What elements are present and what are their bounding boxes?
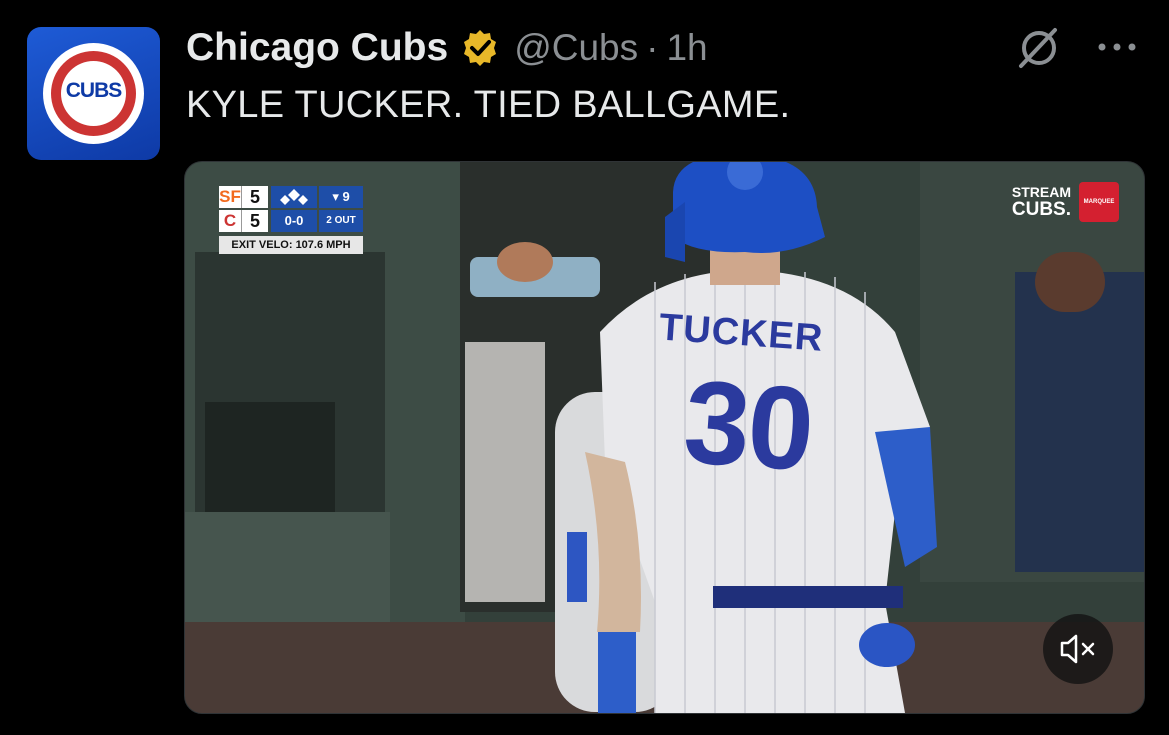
avatar-logo-text: CUBS: [65, 79, 123, 102]
broadcaster-logo: STREAM CUBS. MARQUEE: [1005, 180, 1121, 224]
outs-indicator: 2 OUT: [319, 210, 363, 232]
bases-icon: [271, 186, 317, 208]
video-player[interactable]: TUCKER 30 SF 5 C 5 ▾ 9 0-0 2 OUT EXIT VE…: [184, 161, 1145, 714]
home-team-logo: C: [219, 210, 241, 232]
broadcaster-line2: CUBS.: [1011, 199, 1071, 220]
away-team-logo: SF: [219, 186, 241, 208]
mute-button[interactable]: [1043, 614, 1113, 684]
away-score: 5: [241, 186, 268, 208]
scorebug-away-row: SF 5: [219, 186, 268, 208]
avatar[interactable]: CUBS: [27, 27, 160, 160]
exit-velo-readout: EXIT VELO: 107.6 MPH: [219, 236, 363, 254]
timestamp[interactable]: 1h: [666, 27, 707, 69]
scorebug-home-row: C 5: [219, 210, 268, 232]
broadcaster-line1: STREAM: [1011, 184, 1071, 200]
tweet-text: KYLE TUCKER. TIED BALLGAME.: [186, 84, 791, 126]
broadcaster-text: STREAM CUBS.: [1005, 184, 1071, 220]
jersey-number: 30: [679, 355, 817, 497]
speaker-muted-icon: [1060, 634, 1095, 664]
tweet-header: Chicago Cubs @Cubs · 1h: [186, 22, 708, 74]
separator-dot: ·: [646, 27, 659, 68]
author-name[interactable]: Chicago Cubs: [186, 26, 448, 70]
inning-indicator: ▾ 9: [319, 186, 363, 208]
marquee-badge: MARQUEE: [1079, 182, 1119, 222]
verified-badge-icon[interactable]: [460, 28, 500, 68]
more-dots-icon[interactable]: [1096, 40, 1138, 54]
author-handle[interactable]: @Cubs: [514, 27, 638, 69]
home-score: 5: [241, 210, 268, 232]
grok-icon[interactable]: [1015, 24, 1063, 72]
scorebug: SF 5 C 5 ▾ 9 0-0 2 OUT EXIT VELO: 107.6 …: [219, 186, 363, 258]
pitch-count: 0-0: [271, 210, 317, 232]
